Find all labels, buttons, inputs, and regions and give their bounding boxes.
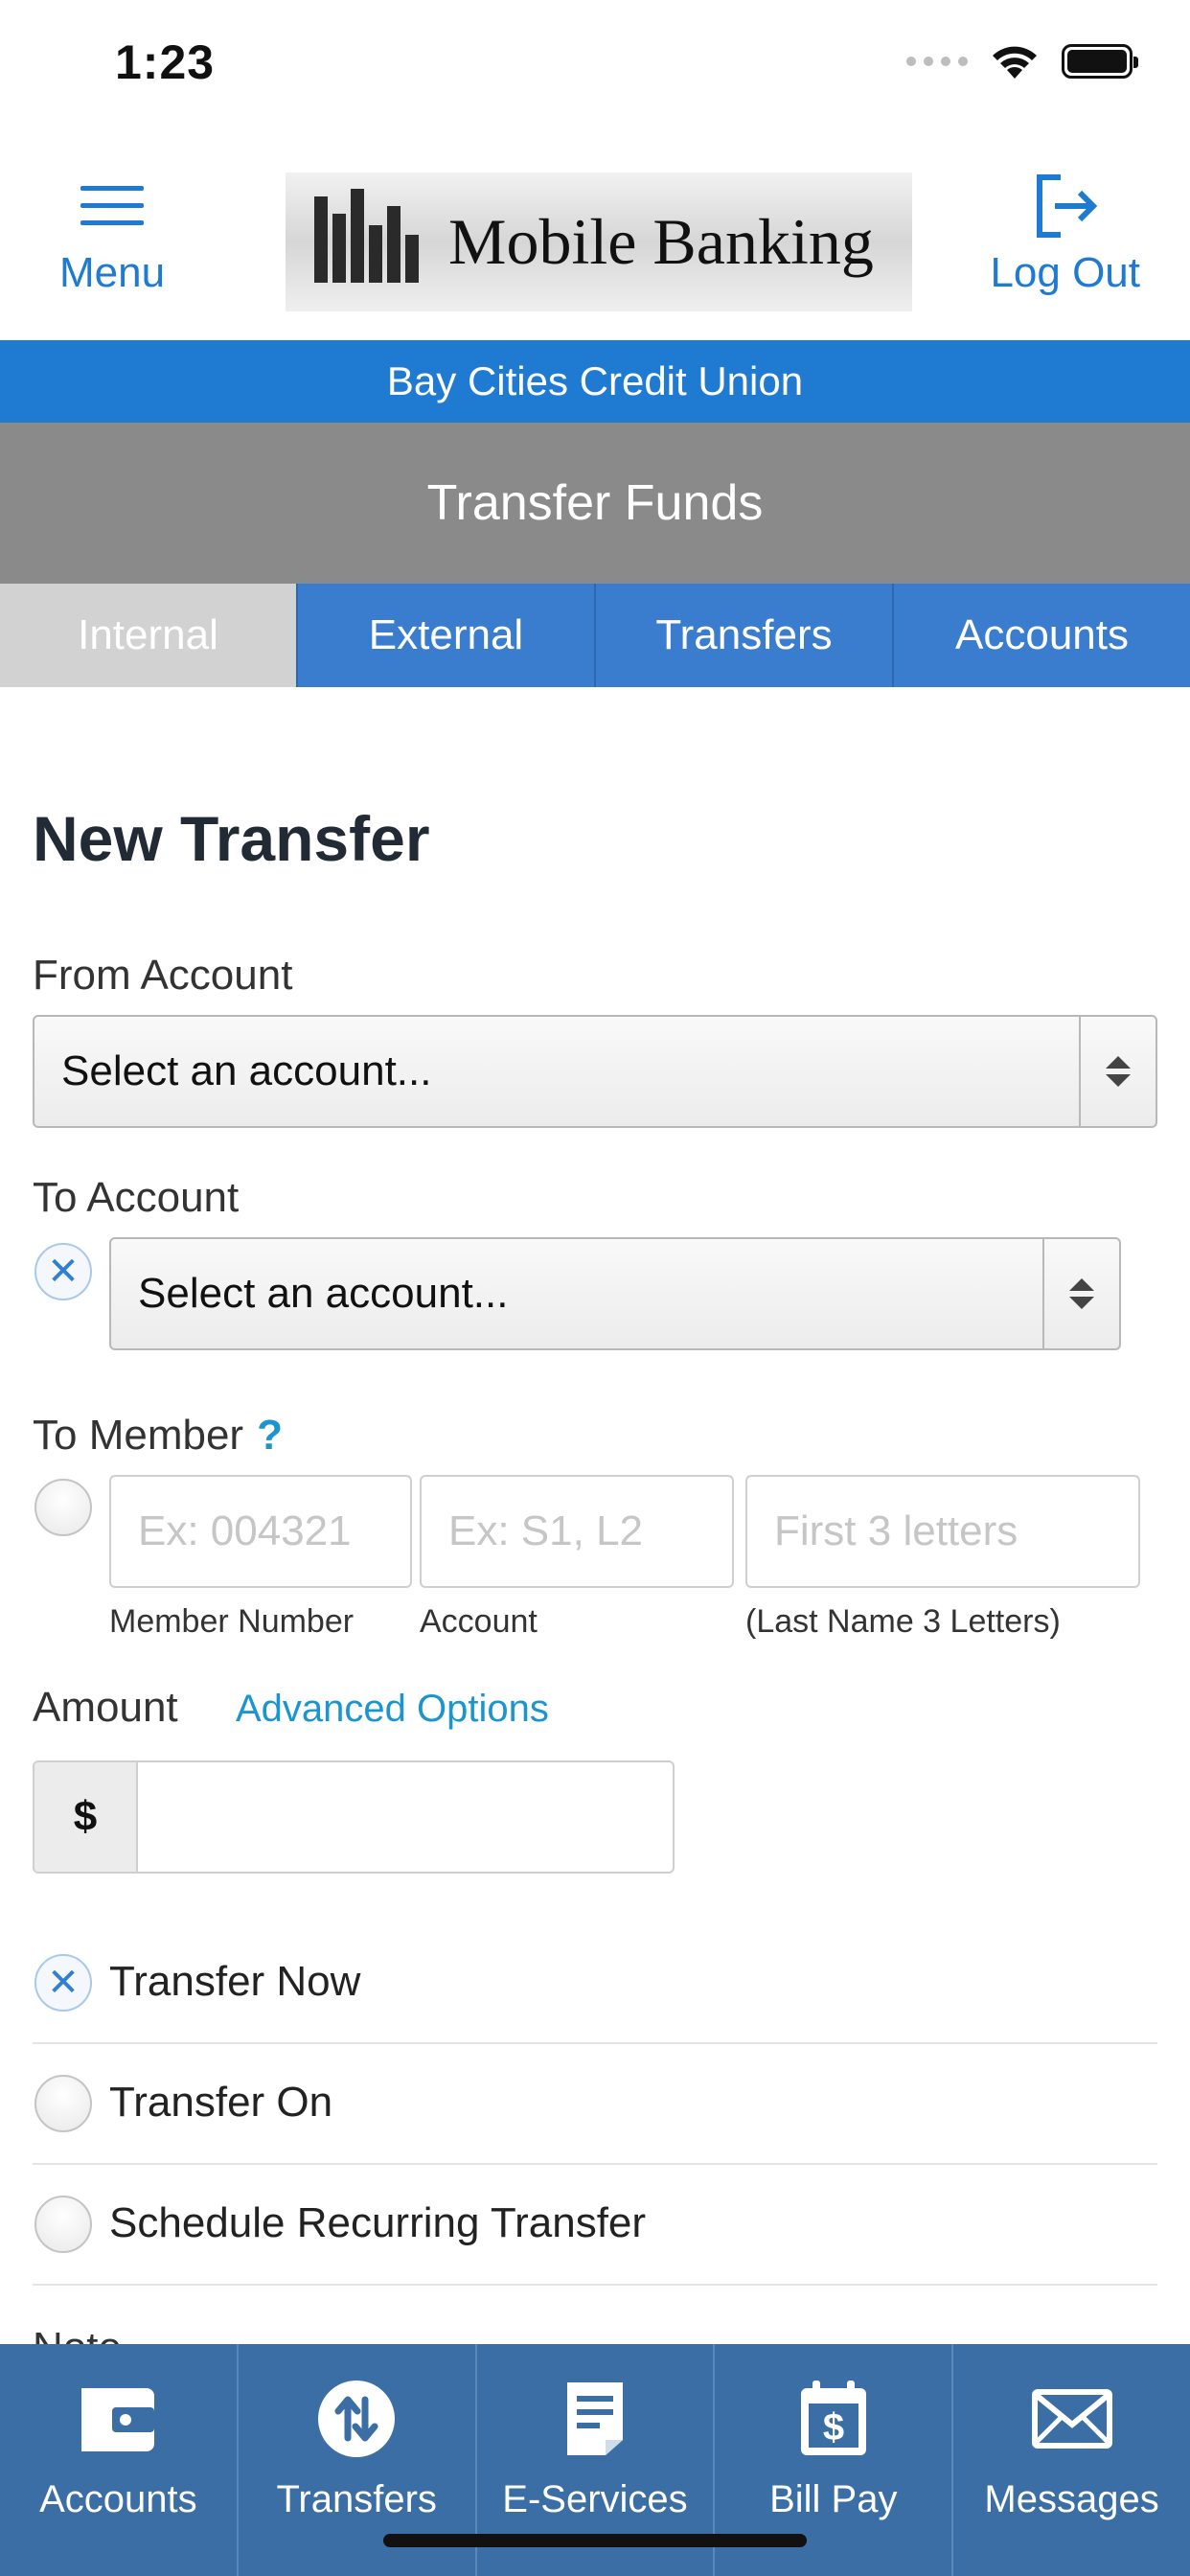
amount-input-group: $ — [33, 1760, 675, 1874]
transfer-tabs: Internal External Transfers Accounts — [0, 584, 1190, 687]
select-arrows-icon — [1079, 1017, 1156, 1126]
from-account-value: Select an account... — [61, 1047, 432, 1094]
envelope-icon — [1031, 2373, 1113, 2465]
to-account-radio[interactable]: ✕ — [34, 1243, 92, 1300]
currency-addon: $ — [34, 1762, 138, 1872]
check-x-icon: ✕ — [47, 1251, 80, 1293]
logo-text: Mobile Banking — [448, 205, 874, 278]
nav-transfers-label: Transfers — [276, 2478, 437, 2520]
logout-label: Log Out — [990, 249, 1140, 296]
to-account-value: Select an account... — [138, 1270, 509, 1317]
to-account-label: To Account — [33, 1174, 240, 1221]
menu-label: Menu — [59, 249, 166, 296]
to-account-select[interactable]: Select an account... — [109, 1237, 1121, 1350]
transfer-on-radio[interactable] — [34, 2075, 92, 2132]
nav-accounts-label: Accounts — [39, 2478, 197, 2520]
to-member-label: To Member? — [33, 1412, 283, 1460]
hamburger-icon — [79, 163, 146, 249]
document-icon — [561, 2373, 629, 2465]
last-name-input[interactable]: First 3 letters — [745, 1475, 1140, 1588]
recurring-transfer-radio[interactable] — [34, 2196, 92, 2253]
nav-bill-pay-label: Bill Pay — [769, 2478, 898, 2520]
battery-icon — [1062, 44, 1138, 79]
menu-button[interactable]: Menu — [59, 163, 165, 297]
advanced-options-link[interactable]: Advanced Options — [236, 1688, 549, 1731]
transfer-now-label: Transfer Now — [109, 1958, 361, 2005]
status-bar: 1:23 — [0, 0, 1190, 134]
nav-messages[interactable]: Messages — [951, 2344, 1190, 2576]
to-member-radio[interactable] — [34, 1479, 92, 1536]
nav-accounts[interactable]: Accounts — [0, 2344, 237, 2576]
status-icons — [906, 42, 1138, 80]
wallet-icon — [78, 2373, 158, 2465]
account-sublabel: Account — [420, 1603, 538, 1640]
wifi-icon — [993, 46, 1037, 79]
nav-e-services-label: E-Services — [502, 2478, 688, 2520]
nav-messages-label: Messages — [984, 2478, 1159, 2520]
member-account-input[interactable]: Ex: S1, L2 — [420, 1475, 734, 1588]
logout-button[interactable]: Log Out — [990, 163, 1140, 297]
amount-input[interactable] — [138, 1762, 673, 1872]
credit-union-banner: Bay Cities Credit Union — [0, 340, 1190, 423]
amount-label: Amount — [33, 1684, 178, 1731]
member-number-input[interactable]: Ex: 004321 — [109, 1475, 412, 1588]
tab-external[interactable]: External — [296, 584, 594, 687]
mobile-banking-logo: Mobile Banking — [286, 172, 912, 311]
check-x-icon: ✕ — [47, 1962, 80, 2004]
from-account-label: From Account — [33, 952, 293, 999]
from-account-select[interactable]: Select an account... — [33, 1015, 1157, 1128]
transfer-arrows-icon — [316, 2373, 397, 2465]
form-title: New Transfer — [33, 803, 430, 874]
cellular-signal-icon — [906, 57, 968, 66]
transfer-now-radio[interactable]: ✕ — [34, 1954, 92, 2012]
help-icon[interactable]: ? — [257, 1412, 283, 1459]
transfer-now-option[interactable]: ✕ Transfer Now — [33, 1923, 1157, 2044]
recurring-transfer-label: Schedule Recurring Transfer — [109, 2199, 647, 2246]
app-header: Menu Mobile Banking Log Out — [0, 144, 1190, 340]
tab-internal[interactable]: Internal — [0, 584, 296, 687]
transfer-on-label: Transfer On — [109, 2079, 333, 2126]
logout-icon — [1032, 163, 1099, 249]
page-title: Transfer Funds — [0, 423, 1190, 584]
tab-accounts[interactable]: Accounts — [892, 584, 1190, 687]
transfer-on-option[interactable]: Transfer On — [33, 2044, 1157, 2165]
calendar-dollar-icon: $ — [797, 2373, 870, 2465]
to-member-label-text: To Member — [33, 1412, 244, 1459]
tab-transfers[interactable]: Transfers — [594, 584, 892, 687]
home-indicator[interactable] — [383, 2534, 807, 2547]
last-name-sublabel: (Last Name 3 Letters) — [745, 1603, 1061, 1640]
member-number-sublabel: Member Number — [109, 1603, 355, 1640]
status-time: 1:23 — [115, 35, 216, 89]
svg-text:$: $ — [823, 2406, 844, 2449]
bay-cities-logo-mark — [314, 185, 439, 300]
select-arrows-icon — [1042, 1239, 1119, 1348]
recurring-transfer-option[interactable]: Schedule Recurring Transfer — [33, 2165, 1157, 2286]
